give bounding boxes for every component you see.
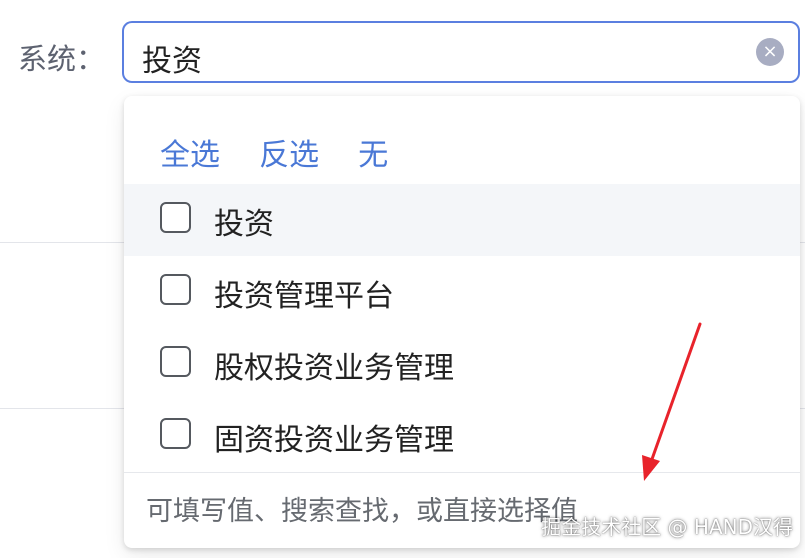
red-arrow-annotation [642,322,702,481]
watermark: 掘金技术社区 @ HAND汉得 [541,515,793,539]
